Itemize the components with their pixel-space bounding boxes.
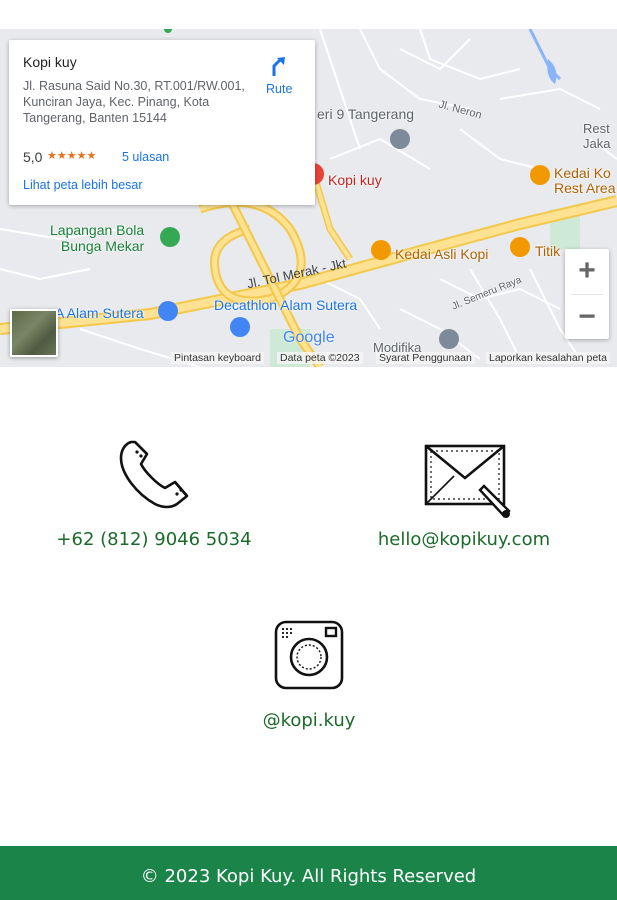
map-label-kedai-asli: Kedai Asli Kopi xyxy=(395,246,489,262)
reviews-link[interactable]: 5 ulasan xyxy=(122,150,169,164)
place-rating: 5,0 xyxy=(23,149,43,165)
map-label-kopi-kuy: Kopi kuy xyxy=(328,172,382,188)
phone-icon xyxy=(119,440,189,509)
instagram-icon xyxy=(274,620,344,690)
keyboard-shortcuts-link[interactable]: Pintasan keyboard xyxy=(171,352,264,364)
directions-icon[interactable] xyxy=(267,54,291,78)
zoom-out-button[interactable]: − xyxy=(565,295,609,339)
zoom-in-button[interactable]: + xyxy=(565,249,609,293)
google-logo: Google xyxy=(283,329,335,346)
map-label-titik: Titik xyxy=(535,243,561,259)
map-label-kedai-ko: Kedai Ko Rest Area xyxy=(554,165,616,196)
report-error-link[interactable]: Laporkan kesalahan peta xyxy=(486,352,610,364)
map-label-alam-sutera: A Alam Sutera xyxy=(55,305,144,321)
map-embed[interactable]: Lapangan Bola Bunga Mekar Decathlon Alam… xyxy=(0,29,617,367)
site-footer: © 2023 Kopi Kuy. All Rights Reserved xyxy=(0,846,617,900)
place-address: Jl. Rasuna Said No.30, RT.001/RW.001, Ku… xyxy=(23,79,245,125)
place-name: Kopi kuy xyxy=(23,54,77,70)
place-info-card: Kopi kuy Jl. Rasuna Said No.30, RT.001/R… xyxy=(9,40,315,205)
instagram-handle[interactable]: @kopi.kuy xyxy=(185,710,433,731)
phone-number[interactable]: +62 (812) 9046 5034 xyxy=(30,529,278,550)
map-label-rest: Rest Jaka xyxy=(583,121,611,151)
map-attribution-bar: Pintasan keyboard Data peta ©2023 Syarat… xyxy=(0,347,617,367)
terms-link[interactable]: Syarat Penggunaan xyxy=(376,352,475,364)
map-label-lapangan: Lapangan Bola Bunga Mekar xyxy=(50,222,145,254)
zoom-controls: + − xyxy=(565,249,609,339)
map-label-school: eri 9 Tangerang xyxy=(317,106,415,122)
map-label-decathlon: Decathlon Alam Sutera xyxy=(214,297,358,313)
email-address[interactable]: hello@kopikuy.com xyxy=(340,529,588,550)
email-icon xyxy=(424,444,511,518)
copyright-text: © 2023 Kopi Kuy. All Rights Reserved xyxy=(140,866,477,887)
directions-button[interactable]: Rute xyxy=(266,82,292,96)
view-larger-map-link[interactable]: Lihat peta lebih besar xyxy=(23,178,143,192)
map-data-text: Data peta ©2023 xyxy=(277,352,363,364)
rating-stars-icon: ★★★★★ xyxy=(47,150,97,162)
